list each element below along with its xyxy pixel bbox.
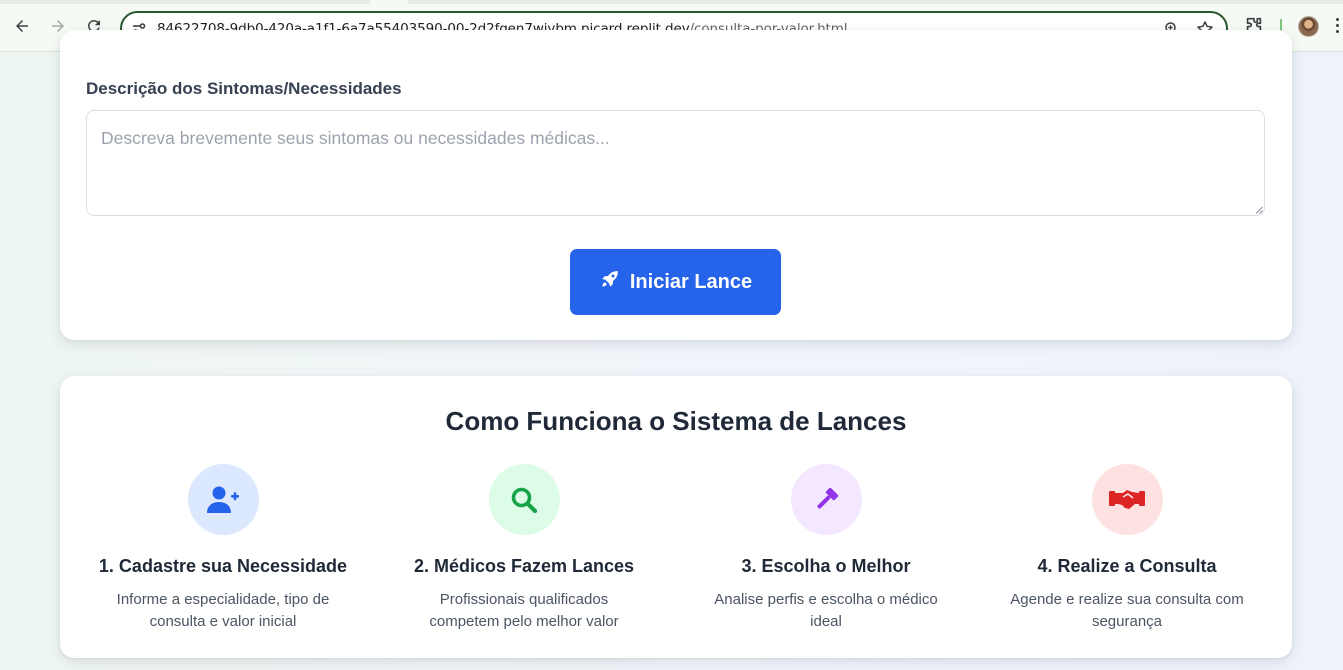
step-card: 2. Médicos Fazem Lances Profissionais qu… — [394, 464, 654, 633]
step-icon-circle — [187, 464, 259, 535]
user-plus-icon — [207, 486, 239, 513]
step-title: 3. Escolha o Melhor — [741, 556, 911, 576]
step-description: Profissionais qualificados competem pelo… — [429, 591, 619, 630]
start-bid-button[interactable]: Iniciar Lance — [570, 249, 781, 315]
step-icon-circle — [790, 464, 862, 535]
step-card: 3. Escolha o Melhor Analise perfis e esc… — [696, 464, 956, 633]
search-icon — [511, 487, 538, 513]
symptoms-label: Descrição dos Sintomas/Necessidades — [86, 79, 402, 98]
tab-strip-edge — [0, 0, 370, 4]
rocket-icon — [599, 268, 621, 296]
tab-strip-edge — [408, 0, 1343, 4]
step-title: 2. Médicos Fazem Lances — [413, 556, 635, 576]
step-card: 1. Cadastre sua Necessidade Informe a es… — [93, 464, 353, 633]
step-icon-circle — [1091, 464, 1163, 535]
handshake-icon — [1109, 489, 1145, 509]
how-it-works-title: Como Funciona o Sistema de Lances — [445, 406, 907, 436]
step-title: 4. Realize a Consulta — [1037, 556, 1217, 576]
step-icon-circle — [488, 464, 560, 535]
step-description: Agende e realize sua consulta com segura… — [1010, 591, 1244, 630]
step-description: Informe a especialidade, tipo de consult… — [116, 591, 330, 630]
start-bid-label: Iniciar Lance — [629, 270, 753, 293]
gavel-icon — [817, 487, 839, 509]
back-arrow-icon[interactable] — [10, 14, 34, 38]
step-title: 1. Cadastre sua Necessidade — [98, 556, 348, 576]
step-description: Analise perfis e escolha o médico ideal — [714, 591, 938, 630]
resize-grip-icon[interactable] — [1255, 206, 1263, 214]
how-it-works-card: Como Funciona o Sistema de Lances 1. Cad… — [60, 376, 1292, 658]
menu-kebab-icon[interactable] — [1333, 18, 1343, 36]
step-card: 4. Realize a Consulta Agende e realize s… — [997, 464, 1257, 633]
profile-avatar[interactable] — [1298, 16, 1319, 37]
symptoms-textarea[interactable] — [86, 110, 1265, 216]
consultation-form-card: Descrição dos Sintomas/Necessidades Inic… — [60, 30, 1292, 340]
